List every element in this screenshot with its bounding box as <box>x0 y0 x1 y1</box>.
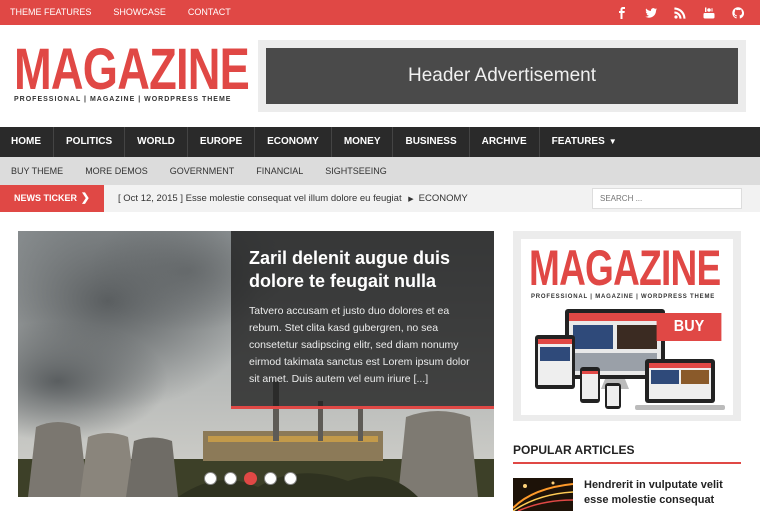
slider-dot-5[interactable] <box>284 472 297 485</box>
news-ticker-item[interactable]: [ Oct 12, 2015 ] Esse molestie consequat… <box>118 185 468 213</box>
top-nav-showcase[interactable]: Showcase <box>102 0 177 25</box>
main-nav-money[interactable]: Money <box>332 127 394 157</box>
featured-slider[interactable]: Zaril delenit augue duis dolore te feuga… <box>18 231 494 497</box>
news-ticker-label-text: News Ticker <box>14 193 77 203</box>
ticker-category[interactable]: ECONOMY <box>419 193 468 204</box>
twitter-icon[interactable] <box>636 0 665 25</box>
slider-dot-2[interactable] <box>224 472 237 485</box>
main-nav-politics[interactable]: Politics <box>54 127 126 157</box>
buy-now-badge: BUY NOW <box>656 313 722 363</box>
news-ticker-row: News Ticker ❯ [ Oct 12, 2015 ] Esse mole… <box>0 185 760 212</box>
popular-article-thumbnail[interactable] <box>513 478 573 511</box>
top-nav: Theme Features Showcase Contact <box>0 0 242 25</box>
sub-nav-more-demos[interactable]: More Demos <box>74 157 159 185</box>
main-nav-economy[interactable]: Economy <box>255 127 332 157</box>
header-ad-text: Header Advertisement <box>408 65 596 86</box>
popular-article-item[interactable]: Hendrerit in vulputate velit esse molest… <box>513 478 741 511</box>
sub-nav: Buy Theme More Demos Government Financia… <box>0 157 760 185</box>
rss-icon[interactable] <box>665 0 694 25</box>
ticker-headline[interactable]: Esse molestie consequat vel illum dolore… <box>186 193 402 204</box>
youtube-icon[interactable] <box>694 0 723 25</box>
main-nav: Home Politics World Europe Economy Money… <box>0 127 760 157</box>
slider-excerpt: Tatvero accusam et justo duo dolores et … <box>249 305 470 385</box>
news-ticker-label: News Ticker ❯ <box>0 185 104 212</box>
chevron-right-icon: ❯ <box>80 192 90 204</box>
top-nav-theme-features[interactable]: Theme Features <box>0 0 102 25</box>
popular-articles-heading: Popular Articles <box>513 440 741 464</box>
ticker-date: [ Oct 12, 2015 ] <box>118 193 183 204</box>
slider-caption: Zaril delenit augue duis dolore te feuga… <box>231 231 494 409</box>
header-ad-container: Header Advertisement <box>258 40 746 112</box>
facebook-icon[interactable] <box>607 0 636 25</box>
main-nav-world[interactable]: World <box>125 127 188 157</box>
site-logo[interactable]: MAGAZINE PROFESSIONAL | MAGAZINE | WORDP… <box>14 37 250 104</box>
sub-nav-financial[interactable]: Financial <box>245 157 314 185</box>
main-nav-features[interactable]: Features ▼ <box>540 127 629 157</box>
slider-dot-1[interactable] <box>204 472 217 485</box>
main-nav-europe[interactable]: Europe <box>188 127 256 157</box>
slider-title[interactable]: Zaril delenit augue duis dolore te feuga… <box>249 247 476 293</box>
sub-nav-government[interactable]: Government <box>159 157 246 185</box>
top-bar: Theme Features Showcase Contact <box>0 0 760 25</box>
main-nav-features-label: Features <box>551 136 605 147</box>
main-nav-archive[interactable]: Archive <box>470 127 540 157</box>
slider-pagination <box>204 472 297 485</box>
header-advertisement[interactable]: Header Advertisement <box>266 48 738 104</box>
main-nav-home[interactable]: Home <box>0 127 54 157</box>
slider-dot-3[interactable] <box>244 472 257 485</box>
sub-nav-buy-theme[interactable]: Buy Theme <box>0 157 74 185</box>
chevron-down-icon: ▼ <box>608 137 617 146</box>
slider-dot-4[interactable] <box>264 472 277 485</box>
sidebar-ad-container: MAGAZINE PROFESSIONAL | MAGAZINE | WORDP… <box>513 231 741 421</box>
popular-article-title[interactable]: Hendrerit in vulputate velit esse molest… <box>584 478 741 508</box>
github-icon[interactable] <box>723 0 752 25</box>
sub-nav-sightseeing[interactable]: Sightseeing <box>314 157 398 185</box>
main-nav-business[interactable]: Business <box>393 127 470 157</box>
triangle-right-icon: ▶ <box>408 196 414 203</box>
search-input[interactable] <box>592 188 742 209</box>
sidebar-ad-subtitle: PROFESSIONAL | MAGAZINE | WORDPRESS THEM… <box>531 294 716 300</box>
sidebar-advertisement[interactable]: MAGAZINE PROFESSIONAL | MAGAZINE | WORDP… <box>521 239 733 415</box>
top-nav-contact[interactable]: Contact <box>177 0 242 25</box>
logo-title: MAGAZINE <box>14 37 250 102</box>
social-links <box>607 0 752 25</box>
sidebar-ad-logo: MAGAZINE <box>529 240 721 296</box>
